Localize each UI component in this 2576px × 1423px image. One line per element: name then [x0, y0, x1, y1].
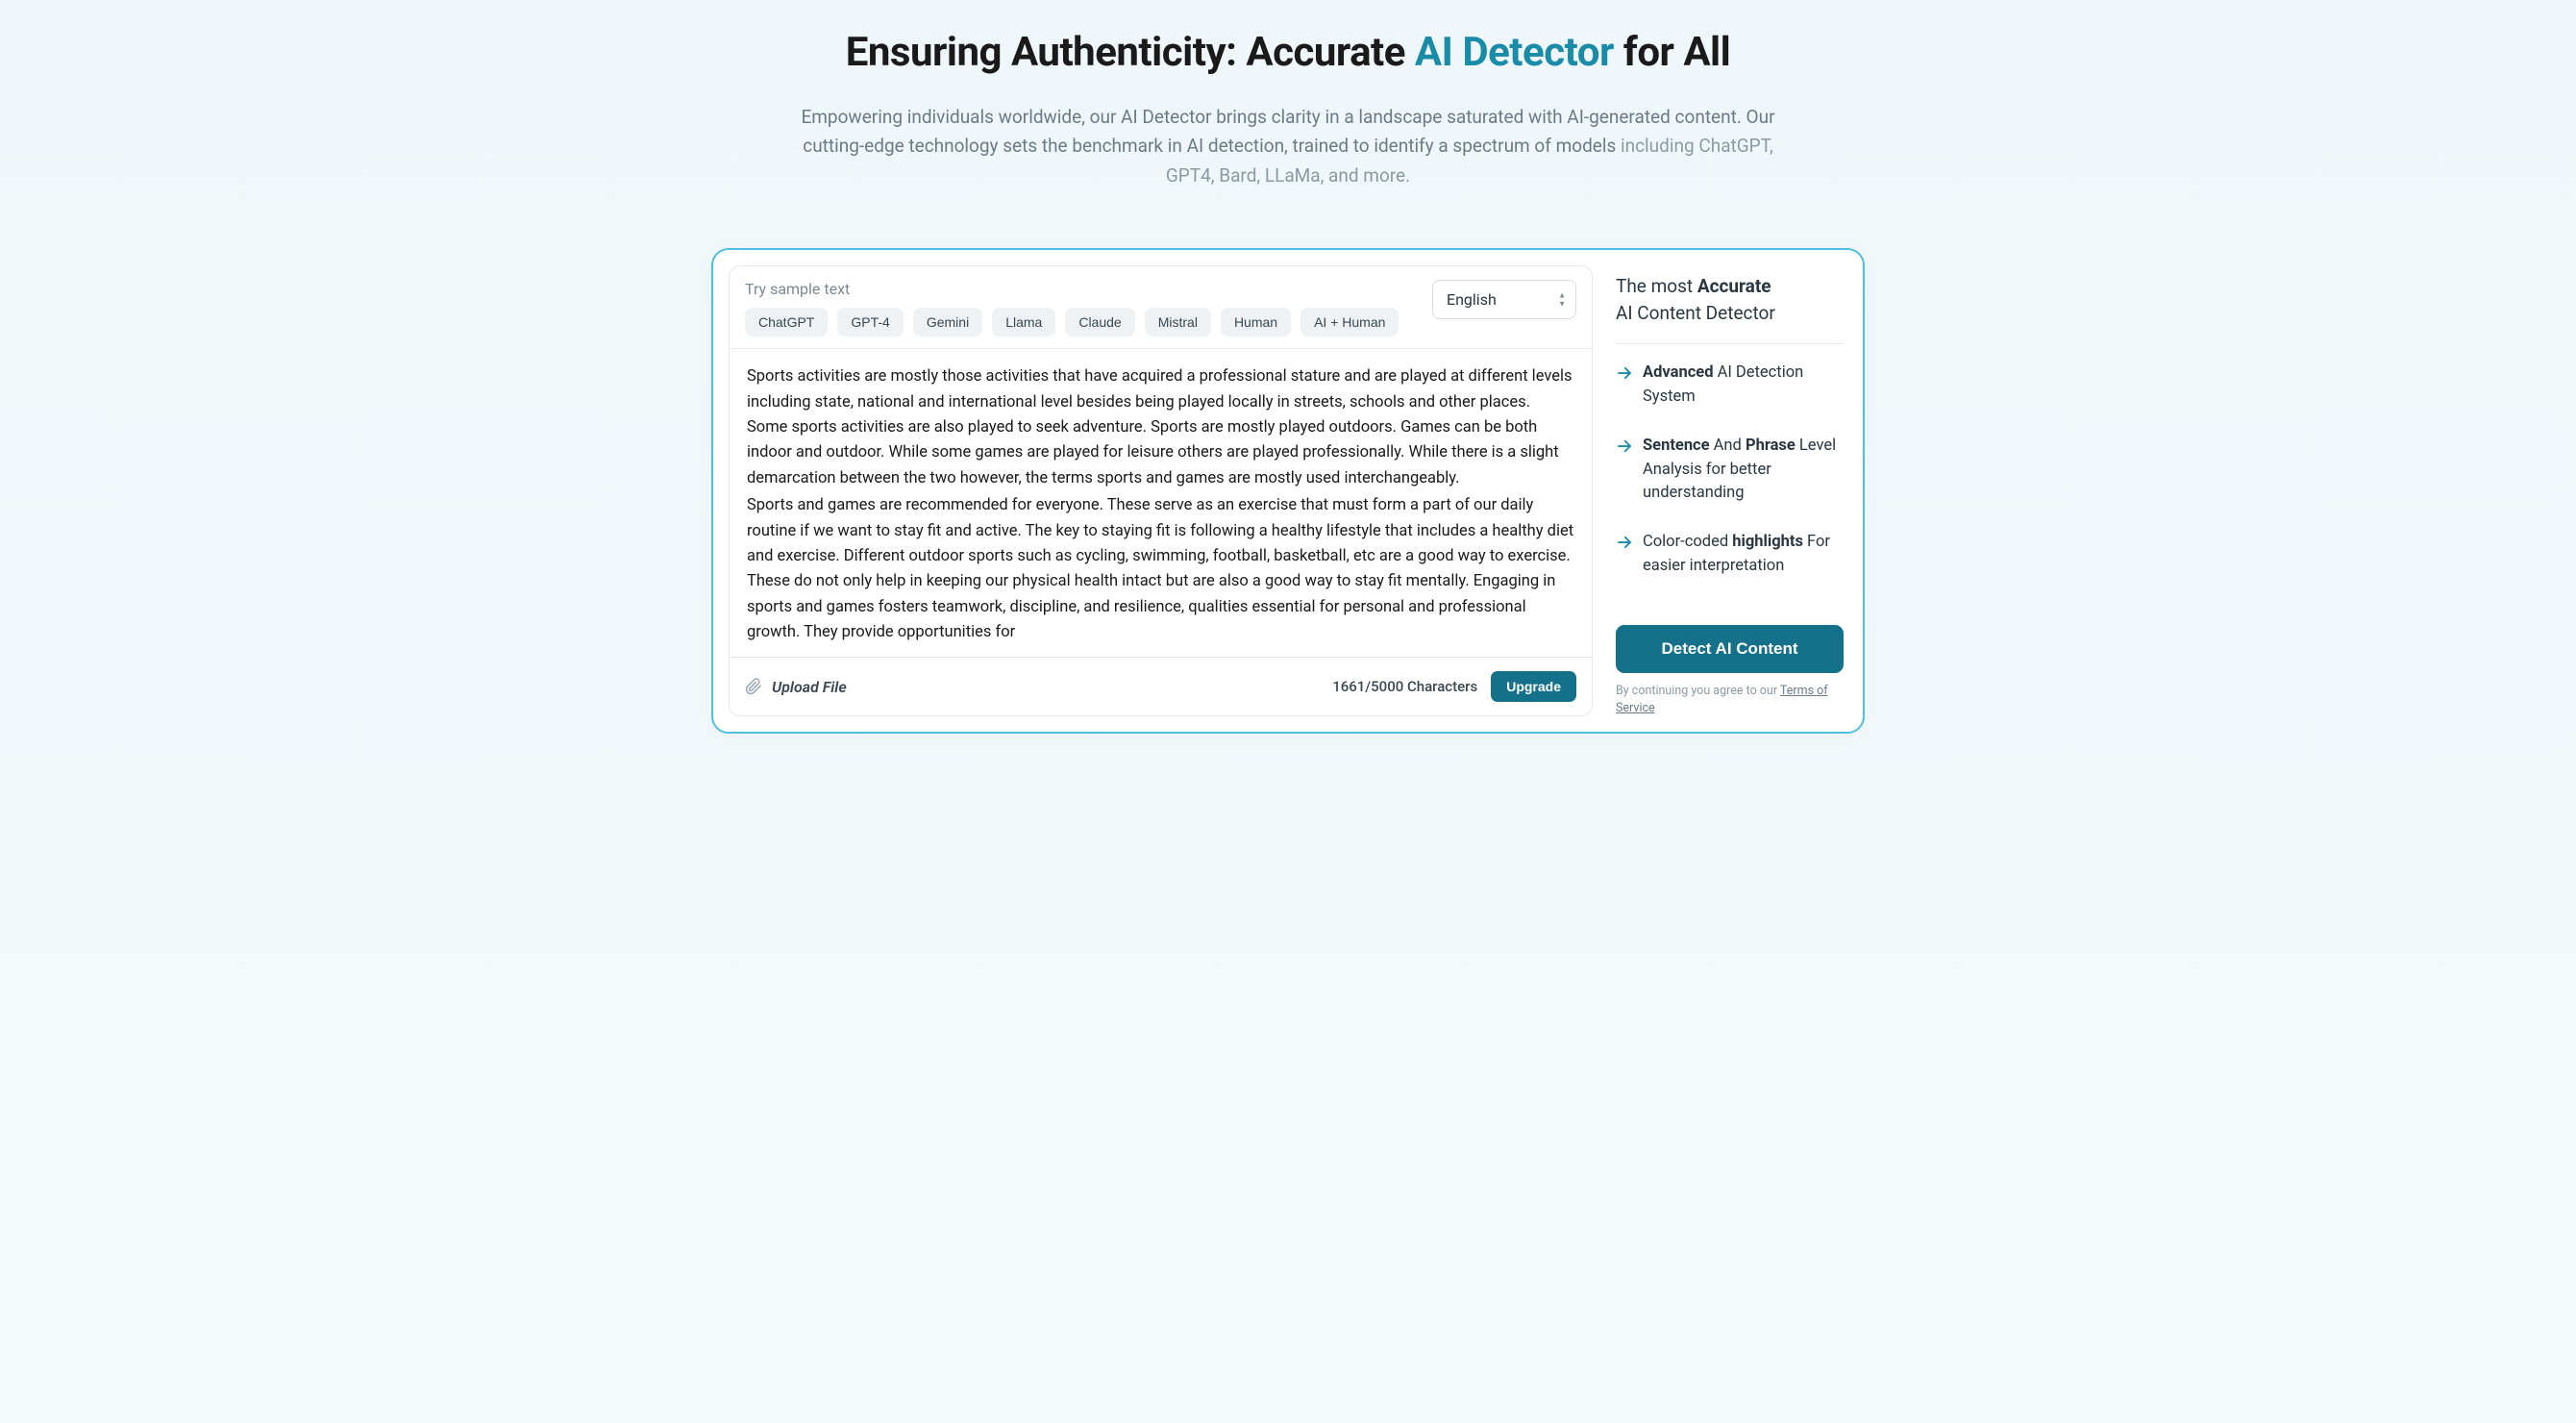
chip-ai-human[interactable]: AI + Human: [1300, 308, 1399, 337]
feature-text: Advanced AI Detection System: [1643, 362, 1844, 410]
chip-human[interactable]: Human: [1221, 308, 1291, 337]
chip-gpt4[interactable]: GPT-4: [837, 308, 903, 337]
sample-text-label: Try sample text: [745, 280, 1432, 298]
title-accent: AI Detector: [1415, 29, 1614, 76]
arrow-right-icon: [1616, 437, 1633, 455]
detect-button[interactable]: Detect AI Content: [1616, 625, 1844, 673]
language-value: English: [1447, 290, 1497, 309]
detector-panel: Try sample text ChatGPT GPT-4 Gemini Lla…: [711, 248, 1865, 734]
select-arrows-icon: ▲▼: [1558, 291, 1566, 308]
sidebar-title: The most Accurate AI Content Detector: [1616, 273, 1844, 344]
sidebar-column: The most Accurate AI Content Detector Ad…: [1612, 265, 1847, 716]
paperclip-icon: [745, 678, 762, 695]
chip-claude[interactable]: Claude: [1065, 308, 1134, 337]
tos-notice: By continuing you agree to our Terms of …: [1616, 683, 1844, 716]
feature-text: Color-coded highlights For easier interp…: [1643, 531, 1844, 579]
language-select[interactable]: English ▲▼: [1432, 280, 1576, 319]
upgrade-button[interactable]: Upgrade: [1491, 671, 1576, 702]
editor-column: Try sample text ChatGPT GPT-4 Gemini Lla…: [729, 265, 1593, 716]
chip-llama[interactable]: Llama: [992, 308, 1055, 337]
page-subtitle: Empowering individuals worldwide, our AI…: [783, 103, 1793, 190]
upload-label: Upload File: [772, 678, 847, 696]
text-input[interactable]: Sports activities are mostly those activ…: [730, 349, 1592, 657]
character-count: 1661/5000 Characters: [1332, 678, 1477, 695]
text-paragraph: Sports activities are mostly those activ…: [747, 364, 1574, 491]
sample-chips: ChatGPT GPT-4 Gemini Llama Claude Mistra…: [745, 308, 1432, 337]
text-paragraph: Sports and games are recommended for eve…: [747, 493, 1574, 645]
chip-mistral[interactable]: Mistral: [1145, 308, 1211, 337]
feature-item: Advanced AI Detection System: [1616, 362, 1844, 410]
feature-text: Sentence And Phrase Level Analysis for b…: [1643, 435, 1844, 506]
chip-chatgpt[interactable]: ChatGPT: [745, 308, 828, 337]
upload-file-button[interactable]: Upload File: [745, 678, 847, 696]
arrow-right-icon: [1616, 534, 1633, 551]
feature-item: Sentence And Phrase Level Analysis for b…: [1616, 435, 1844, 506]
feature-item: Color-coded highlights For easier interp…: [1616, 531, 1844, 579]
chip-gemini[interactable]: Gemini: [913, 308, 982, 337]
editor-top-bar: Try sample text ChatGPT GPT-4 Gemini Lla…: [730, 266, 1592, 349]
arrow-right-icon: [1616, 364, 1633, 382]
page-title: Ensuring Authenticity: Accurate AI Detec…: [711, 29, 1865, 76]
editor-bottom-bar: Upload File 1661/5000 Characters Upgrade: [730, 657, 1592, 715]
